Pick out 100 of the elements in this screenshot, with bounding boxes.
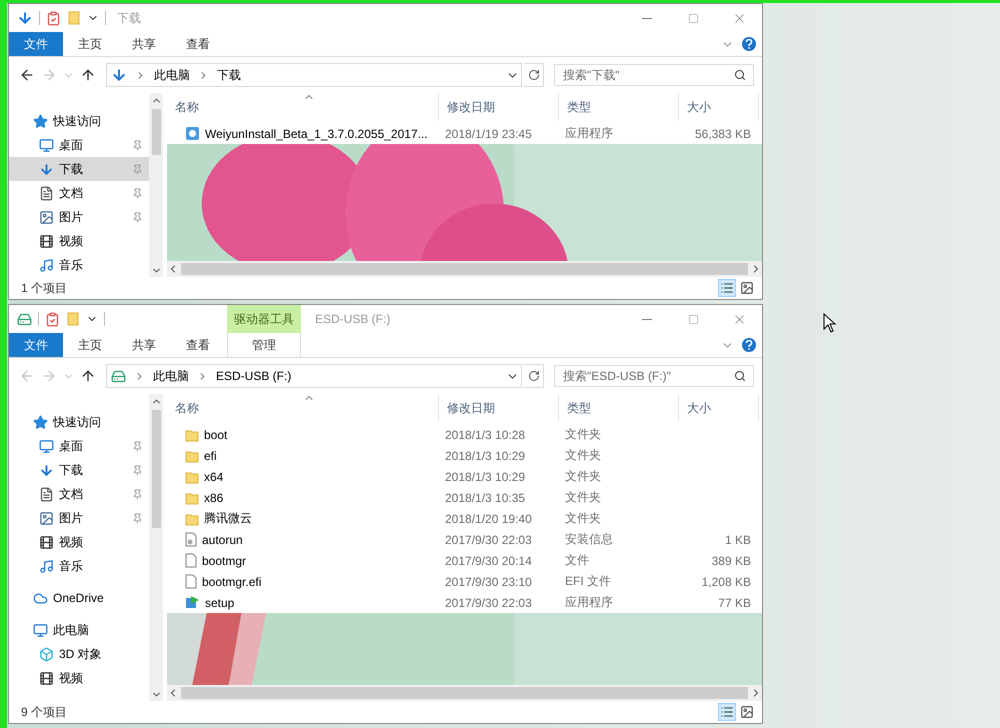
help-icon[interactable] xyxy=(742,338,756,352)
scroll-thumb[interactable] xyxy=(152,109,160,155)
file-menu-button[interactable]: 文件 xyxy=(9,333,63,357)
large-icons-view-button[interactable] xyxy=(738,279,756,297)
nav-item[interactable]: 文档 xyxy=(9,181,149,205)
music-note-icon xyxy=(39,558,54,574)
ribbon-tab[interactable]: 查看 xyxy=(171,333,225,357)
breadcrumb[interactable]: 此电脑 xyxy=(154,66,190,84)
settings-file-icon xyxy=(185,532,197,547)
column-header[interactable]: 名称 xyxy=(167,394,439,422)
file-name[interactable]: efi xyxy=(167,448,439,462)
star-icon xyxy=(33,414,48,430)
horizontal-scrollbar[interactable] xyxy=(167,685,762,701)
nav-item[interactable]: 3D 对象 xyxy=(9,642,149,666)
nav-item[interactable]: 图片 xyxy=(9,506,149,530)
pin-icon[interactable] xyxy=(132,464,143,476)
search-field[interactable]: 搜索"ESD-USB (F:)" xyxy=(554,365,754,387)
nav-item[interactable]: 桌面 xyxy=(9,133,149,157)
nav-item[interactable]: 图片 xyxy=(9,205,149,229)
vertical-scrollbar[interactable] xyxy=(149,93,163,277)
pin-icon[interactable] xyxy=(132,488,143,500)
cloud-icon xyxy=(33,590,48,606)
column-header[interactable]: 修改日期 xyxy=(439,93,559,121)
folder-icon xyxy=(185,470,199,484)
properties-icon[interactable] xyxy=(46,10,61,26)
scroll-thumb[interactable] xyxy=(181,263,748,275)
table-cell-text: 文件夹 xyxy=(564,447,602,464)
file-name[interactable]: x64 xyxy=(167,470,439,484)
column-header[interactable]: 类型 xyxy=(559,394,679,422)
ribbon-tab[interactable]: 主页 xyxy=(63,333,117,357)
search-field[interactable]: 搜索"下载" xyxy=(554,64,754,86)
nav-item[interactable]: 文档 xyxy=(9,482,149,506)
pin-icon[interactable] xyxy=(132,212,143,222)
refresh-icon xyxy=(528,69,540,81)
document-icon xyxy=(39,486,54,502)
file-name[interactable]: bootmgr xyxy=(167,553,439,568)
nav-item[interactable]: 音乐 xyxy=(9,554,149,578)
ribbon-tab[interactable]: 查看 xyxy=(171,32,225,56)
nav-item[interactable]: 视频 xyxy=(9,530,149,554)
nav-item[interactable]: 下载 xyxy=(9,157,149,181)
file-menu-button[interactable]: 文件 xyxy=(9,32,63,56)
image-icon xyxy=(740,705,754,719)
column-header[interactable]: 修改日期 xyxy=(439,394,559,422)
scroll-thumb[interactable] xyxy=(181,687,748,699)
pin-icon[interactable] xyxy=(132,164,143,174)
horizontal-scrollbar[interactable] xyxy=(167,261,762,277)
pin-icon[interactable] xyxy=(132,140,143,150)
ribbon-tab[interactable]: 主页 xyxy=(63,32,117,56)
nav-item[interactable]: 视频 xyxy=(9,666,149,690)
table-cell-text: 文件 xyxy=(564,552,590,569)
file-name[interactable]: 腾讯微云 xyxy=(167,510,439,527)
nav-item[interactable]: 快速访问 xyxy=(9,410,149,434)
nav-item[interactable]: OneDrive xyxy=(9,586,149,610)
ribbon-tab[interactable]: 共享 xyxy=(117,333,171,357)
address-bar[interactable]: 此电脑 ESD-USB (F:) xyxy=(106,364,522,388)
mouse-pointer-icon xyxy=(823,313,837,333)
table-cell-text: 安装信息 xyxy=(564,531,614,548)
nav-item[interactable]: 桌面 xyxy=(9,434,149,458)
column-header[interactable]: 名称 xyxy=(167,93,439,121)
vertical-scrollbar[interactable] xyxy=(149,394,163,701)
nav-item[interactable]: 音乐 xyxy=(9,253,149,277)
refresh-button[interactable] xyxy=(524,364,544,388)
nav-item[interactable]: 快速访问 xyxy=(9,109,149,133)
breadcrumb[interactable]: 下载 xyxy=(217,66,241,84)
pin-icon[interactable] xyxy=(132,188,143,198)
properties-icon[interactable] xyxy=(45,312,60,326)
breadcrumb[interactable]: 此电脑 xyxy=(153,368,189,384)
film-icon xyxy=(39,534,54,550)
breadcrumb[interactable]: ESD-USB (F:) xyxy=(216,369,292,383)
new-folder-icon[interactable] xyxy=(66,312,80,326)
music-note-icon xyxy=(39,258,54,272)
column-header[interactable]: 大小 xyxy=(679,93,759,121)
details-view-button[interactable] xyxy=(718,703,736,721)
nav-item[interactable]: 此电脑 xyxy=(9,618,149,642)
nav-item[interactable]: 下载 xyxy=(9,458,149,482)
file-name[interactable]: bootmgr.efi xyxy=(167,574,439,589)
minimize-icon xyxy=(642,318,652,320)
file-name[interactable]: WeiyunInstall_Beta_1_3.7.0.2055_2017... xyxy=(167,126,439,141)
search-icon[interactable] xyxy=(734,69,746,81)
nav-item[interactable]: 视频 xyxy=(9,229,149,253)
maximize-icon xyxy=(688,12,698,24)
file-name[interactable]: autorun xyxy=(167,532,439,547)
column-header[interactable]: 大小 xyxy=(679,394,759,422)
refresh-button[interactable] xyxy=(524,63,544,87)
pin-icon[interactable] xyxy=(132,440,143,452)
new-folder-icon[interactable] xyxy=(67,11,81,25)
search-icon[interactable] xyxy=(734,370,746,382)
table-cell-text: 56,383 KB xyxy=(694,126,752,140)
column-header[interactable]: 类型 xyxy=(559,93,679,121)
pin-icon[interactable] xyxy=(132,512,143,524)
details-view-button[interactable] xyxy=(718,279,736,297)
help-icon[interactable] xyxy=(742,37,756,51)
ribbon-tab[interactable]: 共享 xyxy=(117,32,171,56)
drive-icon xyxy=(17,312,32,326)
address-bar[interactable]: 此电脑 下载 xyxy=(106,63,522,87)
large-icons-view-button[interactable] xyxy=(738,703,756,721)
file-name[interactable]: x86 xyxy=(167,490,439,504)
file-name[interactable]: setup xyxy=(167,595,439,610)
file-name[interactable]: boot xyxy=(167,428,439,442)
scroll-thumb[interactable] xyxy=(152,410,160,528)
